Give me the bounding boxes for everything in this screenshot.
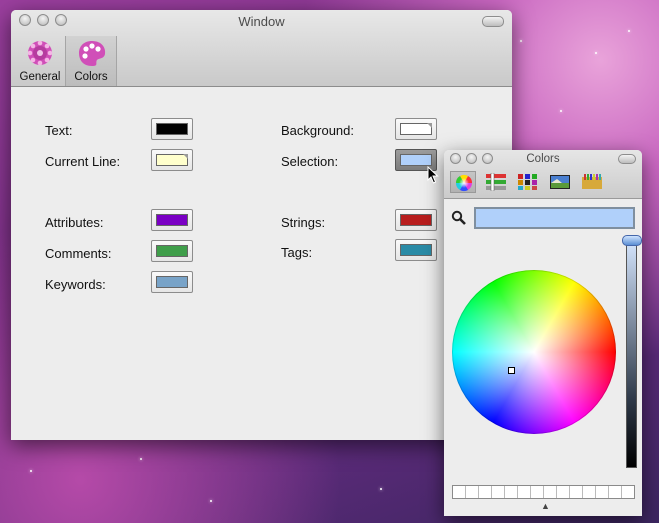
color-wheel-icon [455,174,473,192]
comments-color-well[interactable] [151,240,193,262]
brightness-slider-knob[interactable] [622,235,642,246]
color-wheel-mode-button[interactable] [450,171,476,193]
window-title: Window [238,14,285,29]
saved-color-swatches[interactable] [452,485,635,499]
text-color-swatch [156,123,188,135]
magnifier-icon[interactable] [451,210,466,225]
swatch-corner-icon [183,154,188,159]
attributes-color-swatch [156,214,188,226]
palette-icon [79,41,106,66]
keywords-color-label: Keywords: [45,277,106,292]
tab-colors[interactable]: Colors [65,36,117,86]
current-color-swatch[interactable] [474,207,635,229]
crayons-mode-button[interactable] [578,171,604,193]
selection-color-label: Selection: [281,154,339,169]
background-color-label: Background: [281,123,354,138]
text-color-label: Text: [45,123,73,138]
comments-color-label: Comments: [45,246,112,261]
preferences-window: Window General Colors Text: Current Line… [11,10,512,440]
swatch-corner-icon [427,123,432,128]
tags-color-well[interactable] [395,239,437,261]
brightness-slider[interactable] [626,238,637,468]
tags-color-label: Tags: [281,245,313,260]
tags-color-swatch [400,244,432,256]
attributes-color-well[interactable] [151,209,193,231]
color-wheel-selector[interactable] [508,367,515,374]
color-palettes-icon [518,174,537,190]
color-wheel[interactable] [452,270,616,434]
tab-colors-label: Colors [74,71,108,83]
image-palettes-icon [550,175,570,189]
comments-color-swatch [156,245,188,257]
strings-color-swatch [400,214,432,226]
panel-title: Colors [526,153,560,165]
mouse-pointer-icon [427,166,439,184]
resize-grip-icon[interactable]: ▲ [541,501,550,511]
gear-icon [27,40,53,66]
image-palettes-mode-button[interactable] [546,171,572,193]
color-palettes-mode-button[interactable] [514,171,540,193]
crayons-icon [582,174,602,189]
keywords-color-swatch [156,276,188,288]
current-line-color-label: Current Line: [45,154,121,169]
current-line-color-well[interactable] [151,149,193,171]
attributes-color-label: Attributes: [45,215,104,230]
tab-general-label: General [19,71,61,83]
toolbar-toggle-button[interactable] [482,16,504,27]
background-color-well[interactable] [395,118,437,140]
prefs-toolbar: Window General Colors [11,10,512,87]
text-color-well[interactable] [151,118,193,140]
selection-color-swatch [400,154,432,166]
keywords-color-well[interactable] [151,271,193,293]
colors-panel: Colors ▲ [444,150,642,516]
strings-color-well[interactable] [395,209,437,231]
panel-toolbar-toggle-button[interactable] [618,154,636,164]
color-sliders-icon [486,173,506,191]
color-sliders-mode-button[interactable] [482,171,508,193]
colors-toolbar: Colors [444,150,642,199]
strings-color-label: Strings: [281,215,326,230]
tab-general[interactable]: General [15,36,65,86]
